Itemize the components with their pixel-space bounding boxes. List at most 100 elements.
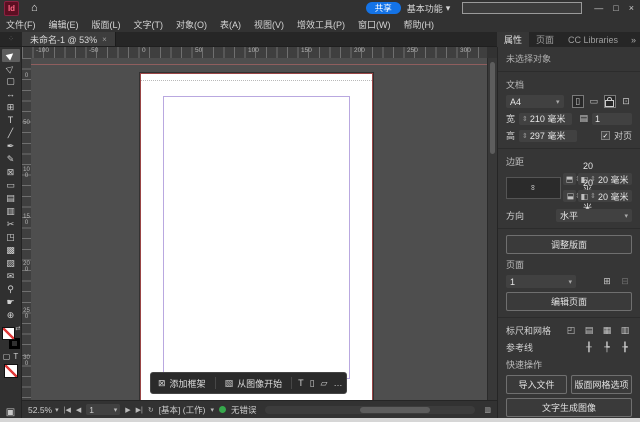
- tab-close-icon[interactable]: ×: [102, 35, 107, 44]
- close-button[interactable]: ×: [629, 3, 634, 13]
- page-size-select[interactable]: A4 ▾: [506, 95, 564, 108]
- start-from-image-button[interactable]: ▧ 从图像开始: [222, 377, 286, 390]
- rotate-view-icon[interactable]: ↻: [148, 406, 154, 414]
- menu-type[interactable]: 文字(T): [134, 18, 164, 31]
- add-text-button[interactable]: T: [298, 378, 304, 388]
- tool-frame[interactable]: ⊠: [2, 166, 20, 179]
- document-setup-button[interactable]: ⊡: [620, 95, 632, 108]
- canvas[interactable]: ⊠ 添加框架 ▧ 从图像开始 T ▯ ▱ …: [31, 58, 487, 400]
- layout-grid-button[interactable]: ▥: [618, 324, 632, 337]
- current-page-select[interactable]: 1 ▾: [506, 275, 576, 288]
- menu-object[interactable]: 对象(O): [176, 18, 207, 31]
- margin-bottom-field[interactable]: ◧ ⇕20 毫米: [562, 178, 593, 213]
- tool-page[interactable]: ▢: [2, 75, 20, 88]
- orientation-landscape-button[interactable]: ▭: [588, 95, 600, 108]
- menu-layout[interactable]: 版面(L): [92, 18, 121, 31]
- horizontal-scrollbar[interactable]: [265, 405, 476, 414]
- tab-cc-libraries[interactable]: CC Libraries: [561, 32, 625, 47]
- preflight-profile[interactable]: [基本] (工作): [159, 404, 206, 416]
- menu-file[interactable]: 文件(F): [6, 18, 36, 31]
- tab-properties[interactable]: 属性: [497, 32, 530, 47]
- split-view-icon[interactable]: ▥: [484, 406, 491, 414]
- last-page-button[interactable]: ▶|: [136, 406, 143, 414]
- screen-mode-button[interactable]: ▣: [6, 407, 15, 418]
- smart-guides-button[interactable]: ╊: [618, 341, 632, 354]
- adjust-layout-button[interactable]: 调整版面: [506, 235, 632, 254]
- home-icon[interactable]: ⌂: [31, 2, 38, 14]
- tool-zoom[interactable]: ⊕: [2, 309, 20, 322]
- page-number-field[interactable]: 1 ▾: [86, 404, 121, 415]
- next-page-button[interactable]: ▶: [125, 406, 130, 414]
- menu-table[interactable]: 表(A): [220, 18, 241, 31]
- stepper-icon[interactable]: ⇕: [522, 132, 528, 140]
- tool-pen[interactable]: ✒: [2, 140, 20, 153]
- horizontal-scrollbar-thumb[interactable]: [359, 406, 430, 413]
- fill-swatch[interactable]: [1, 327, 15, 340]
- vertical-scrollbar-thumb[interactable]: [490, 62, 495, 154]
- share-button[interactable]: 共享: [365, 2, 401, 14]
- stepper-icon[interactable]: ⇕: [522, 115, 528, 123]
- tool-pencil[interactable]: ✎: [2, 153, 20, 166]
- tool-gradient[interactable]: ▩: [2, 244, 20, 257]
- margin-outside-field[interactable]: ◧ ⇕ 20 毫米: [577, 190, 632, 202]
- lock-button[interactable]: [603, 95, 617, 108]
- delete-page-button[interactable]: ⊟: [618, 275, 632, 288]
- direction-select[interactable]: 水平 ▾: [556, 209, 632, 222]
- show-guides-button[interactable]: ╂: [582, 341, 596, 354]
- tool-vertical-grid[interactable]: ▥: [2, 205, 20, 218]
- lock-guides-button[interactable]: ╄: [600, 341, 614, 354]
- menu-help[interactable]: 帮助(H): [404, 18, 435, 31]
- apply-none-swatch[interactable]: [3, 364, 18, 378]
- search-input[interactable]: [462, 2, 583, 14]
- menu-view[interactable]: 视图(V): [254, 18, 284, 31]
- tool-horizontal-grid[interactable]: ▤: [2, 192, 20, 205]
- tool-rectangle[interactable]: ▭: [2, 179, 20, 192]
- tool-eyedropper[interactable]: ⚲: [2, 283, 20, 296]
- page[interactable]: [140, 73, 373, 400]
- new-page-button[interactable]: ▯: [310, 378, 315, 389]
- zoom-level[interactable]: 52.5% ▾: [28, 405, 59, 415]
- tool-line[interactable]: ╱: [2, 127, 20, 140]
- tool-type[interactable]: T: [2, 114, 20, 127]
- tool-content-collector[interactable]: ⊞: [2, 101, 20, 114]
- swap-fill-stroke-icon[interactable]: ⇄: [15, 325, 20, 332]
- text-to-image-button[interactable]: 文字生成图像: [506, 398, 632, 417]
- layout-grid-options-button[interactable]: 版面网格选项: [571, 375, 632, 394]
- menu-plugins[interactable]: 增效工具(P): [297, 18, 345, 31]
- facing-pages-checkbox[interactable]: [600, 131, 610, 140]
- add-page-button[interactable]: ⊞: [600, 275, 614, 288]
- tool-direct-selection[interactable]: ▷: [2, 62, 20, 75]
- tool-gradient-feather[interactable]: ▨: [2, 257, 20, 270]
- width-field[interactable]: ⇕ 210 毫米: [519, 112, 572, 125]
- tool-gap[interactable]: ↔: [2, 88, 20, 101]
- baseline-grid-button[interactable]: ▤: [582, 324, 596, 337]
- toggle-rulers-button[interactable]: ◰: [564, 324, 578, 337]
- margin-top-field[interactable]: ◧ ⇕20 毫米: [562, 161, 593, 196]
- maximize-button[interactable]: □: [613, 3, 618, 13]
- tab-pages[interactable]: 页面: [529, 32, 561, 47]
- add-frame-button[interactable]: ⊠ 添加框架: [155, 377, 209, 390]
- document-grid-button[interactable]: ▦: [600, 324, 614, 337]
- tool-selection[interactable]: ▶: [1, 49, 20, 62]
- edit-pages-button[interactable]: 编辑页面: [506, 292, 632, 311]
- orientation-portrait-button[interactable]: ▯: [571, 95, 584, 108]
- import-file-button[interactable]: 导入文件: [506, 375, 567, 394]
- first-page-button[interactable]: |◀: [64, 406, 71, 414]
- tool-scissors[interactable]: ✂: [2, 218, 20, 231]
- tool-free-transform[interactable]: ◳: [2, 231, 20, 244]
- vertical-scrollbar[interactable]: [487, 58, 497, 400]
- tool-note[interactable]: ✉: [2, 270, 20, 283]
- tool-hand[interactable]: ☛: [2, 296, 20, 309]
- more-button[interactable]: …: [333, 378, 342, 388]
- prev-page-button[interactable]: ◀: [76, 406, 81, 414]
- link-margins-button[interactable]: ∞: [506, 176, 561, 199]
- menu-edit[interactable]: 编辑(E): [49, 18, 79, 31]
- minimize-button[interactable]: —: [594, 3, 603, 13]
- format-text-button[interactable]: T: [13, 352, 18, 361]
- template-button[interactable]: ▱: [321, 378, 328, 389]
- format-container-button[interactable]: ▢: [3, 352, 11, 361]
- height-field[interactable]: ⇕ 297 毫米: [519, 129, 578, 142]
- page-count-field[interactable]: 1: [592, 112, 632, 125]
- document-tab[interactable]: 未命名-1 @ 53% ×: [22, 32, 116, 46]
- menu-window[interactable]: 窗口(W): [358, 18, 391, 31]
